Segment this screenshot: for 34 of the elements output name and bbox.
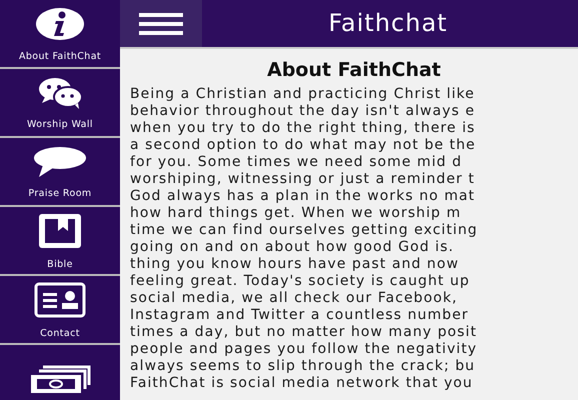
menu-icon — [139, 12, 183, 34]
body-text-line: social media, we all check our Facebook, — [130, 290, 459, 307]
contact-card-icon — [34, 282, 86, 318]
sidebar-item[interactable]: Worship Wall — [0, 69, 120, 136]
body-text-line: thing you know hours have past and now — [130, 256, 460, 273]
body-text-line: for you. Some times we need some mid d — [130, 154, 464, 171]
body-text-line: a second option to do what may not be the — [130, 137, 477, 154]
speech-bubble-icon — [33, 146, 87, 178]
body-text-line: always seems to slip through the crack; bu — [130, 358, 476, 375]
body-text-line: Instagram and Twitter a countless number — [130, 307, 470, 324]
body-text-line: feeling great. Today's society is caught up — [130, 273, 471, 290]
banknotes-icon — [29, 364, 91, 394]
body-text-line: going on and on about how good God is. — [130, 239, 455, 256]
body-text-line: God always has a plan in the works no mat — [130, 188, 476, 205]
body-text-line: how hard things get. When we worship m — [130, 205, 462, 222]
app-title: Faithchat — [327, 8, 449, 39]
body-text-line: behavior throughout the day isn't always e — [130, 103, 476, 120]
sidebar-item[interactable]: Praise Room — [0, 138, 120, 205]
body-text-line: times a day, but no matter how many posit — [130, 324, 478, 341]
body-text-line: people and pages you follow the negativity — [130, 341, 478, 358]
book-icon — [38, 213, 82, 249]
body-text-line: Being a Christian and practicing Christ like — [130, 86, 476, 103]
info-icon — [35, 7, 85, 41]
menu-button[interactable] — [120, 0, 202, 47]
sidebar-item[interactable]: Bible — [0, 207, 120, 274]
chat-bubbles-icon — [37, 77, 83, 109]
body-text-line: time we can find ourselves getting exciting — [130, 222, 479, 239]
page-heading: About FaithChat — [266, 59, 442, 81]
body-text-line: FaithChat is social media network that you — [130, 375, 474, 392]
body-text-line: when you try to do the right thing, there is — [130, 120, 476, 137]
sidebar-item[interactable] — [0, 345, 120, 400]
sidebar-item[interactable]: About FaithChat — [0, 0, 120, 67]
body-text-line: worshiping, witnessing or just a reminder t — [130, 171, 476, 188]
sidebar-item[interactable]: Contact — [0, 276, 120, 343]
